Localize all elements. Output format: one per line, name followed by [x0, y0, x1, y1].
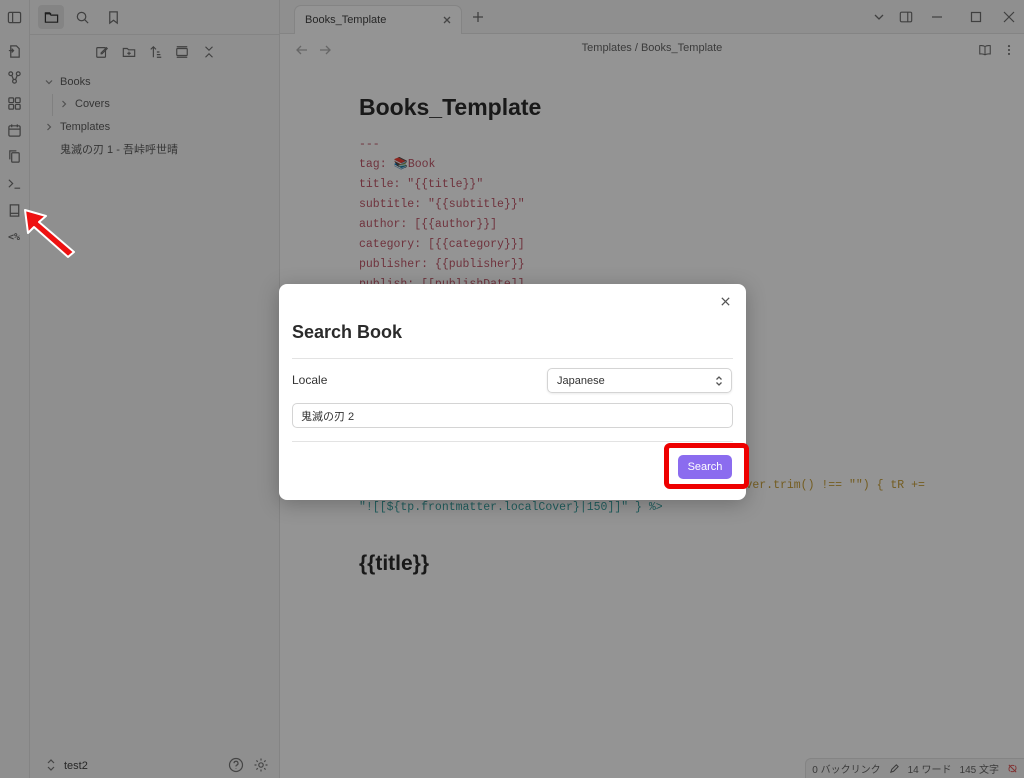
chevron-updown-icon — [714, 375, 724, 387]
book-query-input[interactable]: 鬼滅の刃 2 — [292, 403, 733, 428]
red-pointer-arrow-icon — [24, 209, 75, 258]
locale-selected-value: Japanese — [557, 374, 605, 387]
modal-title: Search Book — [292, 322, 403, 342]
search-button-highlight — [664, 443, 749, 489]
locale-select[interactable]: Japanese — [547, 368, 732, 393]
locale-label: Locale — [292, 373, 328, 387]
modal-divider — [292, 441, 733, 442]
close-modal-icon[interactable] — [716, 292, 734, 310]
modal-divider — [292, 358, 733, 359]
